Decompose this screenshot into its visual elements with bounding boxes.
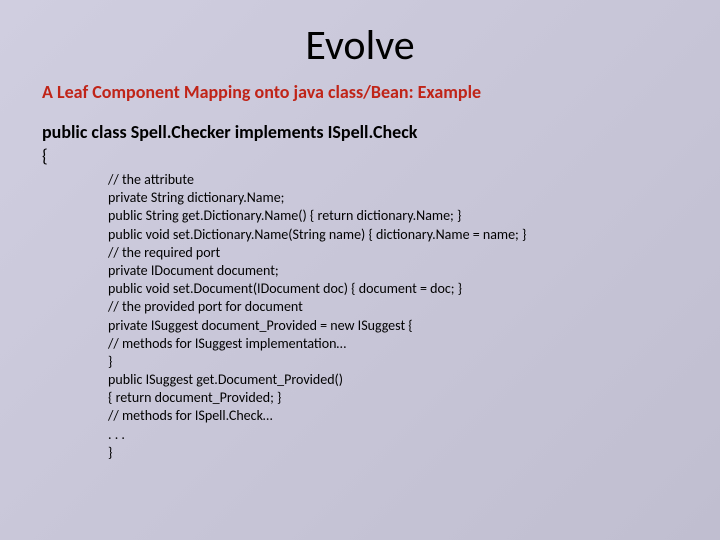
code-line: // the attribute xyxy=(108,171,720,189)
code-block: // the attribute private String dictiona… xyxy=(108,171,720,462)
code-line: private ISuggest document_Provided = new… xyxy=(108,317,720,335)
code-line: . . . xyxy=(108,426,720,444)
class-declaration: public class Spell.Checker implements IS… xyxy=(42,121,720,143)
slide-title: Evolve xyxy=(0,0,720,71)
open-brace: { xyxy=(42,145,720,167)
slide-subtitle: A Leaf Component Mapping onto java class… xyxy=(42,81,720,103)
code-line: // methods for ISuggest implementation… xyxy=(108,335,720,353)
code-line: private String dictionary.Name; xyxy=(108,189,720,207)
code-line: { return document_Provided; } xyxy=(108,389,720,407)
code-line: // the provided port for document xyxy=(108,298,720,316)
code-line: private IDocument document; xyxy=(108,262,720,280)
slide: Evolve A Leaf Component Mapping onto jav… xyxy=(0,0,720,540)
code-line: public void set.Document(IDocument doc) … xyxy=(108,280,720,298)
code-line: public ISuggest get.Document_Provided() xyxy=(108,371,720,389)
code-line: public void set.Dictionary.Name(String n… xyxy=(108,226,720,244)
code-line: } xyxy=(108,444,720,462)
code-line: public String get.Dictionary.Name() { re… xyxy=(108,207,720,225)
code-line: // the required port xyxy=(108,244,720,262)
code-line: } xyxy=(108,353,720,371)
code-line: // methods for ISpell.Check… xyxy=(108,407,720,425)
